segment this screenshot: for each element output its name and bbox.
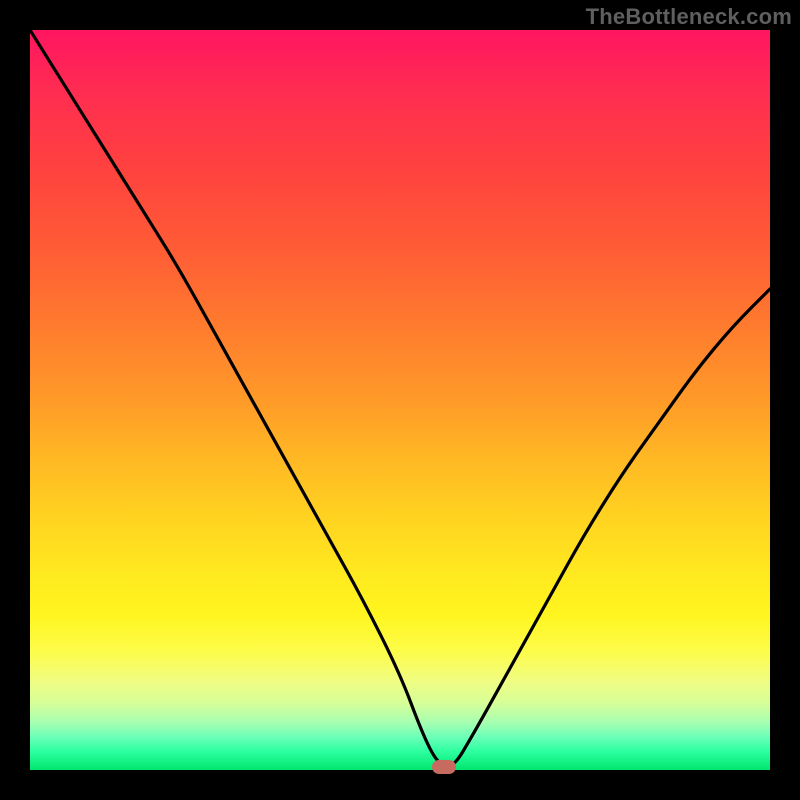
bottleneck-curve bbox=[30, 30, 770, 770]
plot-area bbox=[30, 30, 770, 770]
optimal-point-marker bbox=[432, 760, 456, 774]
watermark-text: TheBottleneck.com bbox=[586, 4, 792, 30]
chart-frame: TheBottleneck.com bbox=[0, 0, 800, 800]
